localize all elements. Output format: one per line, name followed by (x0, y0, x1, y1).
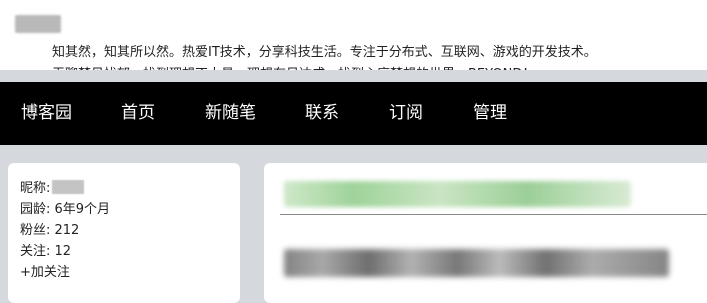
nav-item-new-post[interactable]: 新随笔 (205, 82, 256, 145)
post-excerpt-redacted (284, 249, 669, 277)
profile-follow-count[interactable]: 关注: 12 (20, 243, 71, 261)
blog-subtitle-line1: 知其然，知其所以然。热爱IT技术，分享科技生活。专注于分布式、互联网、游戏的开发… (52, 45, 597, 60)
post-divider (280, 214, 707, 215)
nav-item-manage[interactable]: 管理 (473, 82, 507, 145)
post-card (264, 163, 707, 303)
blog-name-redacted (15, 15, 61, 33)
profile-nickname: 昵称: (20, 180, 85, 198)
nickname-label: 昵称: (20, 181, 51, 196)
nav-item-contact[interactable]: 联系 (305, 82, 339, 145)
profile-age: 园龄: 6年9个月 (20, 202, 111, 217)
profile-fans[interactable]: 粉丝: 212 (20, 222, 79, 240)
top-navbar: 博客园 首页 新随笔 联系 订阅 管理 (0, 82, 707, 145)
profile-card: 昵称: 园龄: 6年9个月 粉丝: 212 关注: 12 +加关注 (8, 163, 240, 303)
post-title-redacted[interactable] (284, 181, 631, 207)
header-separator-band (0, 70, 707, 82)
follow-button[interactable]: +加关注 (20, 264, 70, 282)
nav-item-cnblogs[interactable]: 博客园 (21, 82, 72, 145)
nav-item-subscribe[interactable]: 订阅 (389, 82, 423, 145)
nav-item-home[interactable]: 首页 (121, 82, 155, 145)
nickname-value-redacted[interactable] (52, 180, 85, 194)
